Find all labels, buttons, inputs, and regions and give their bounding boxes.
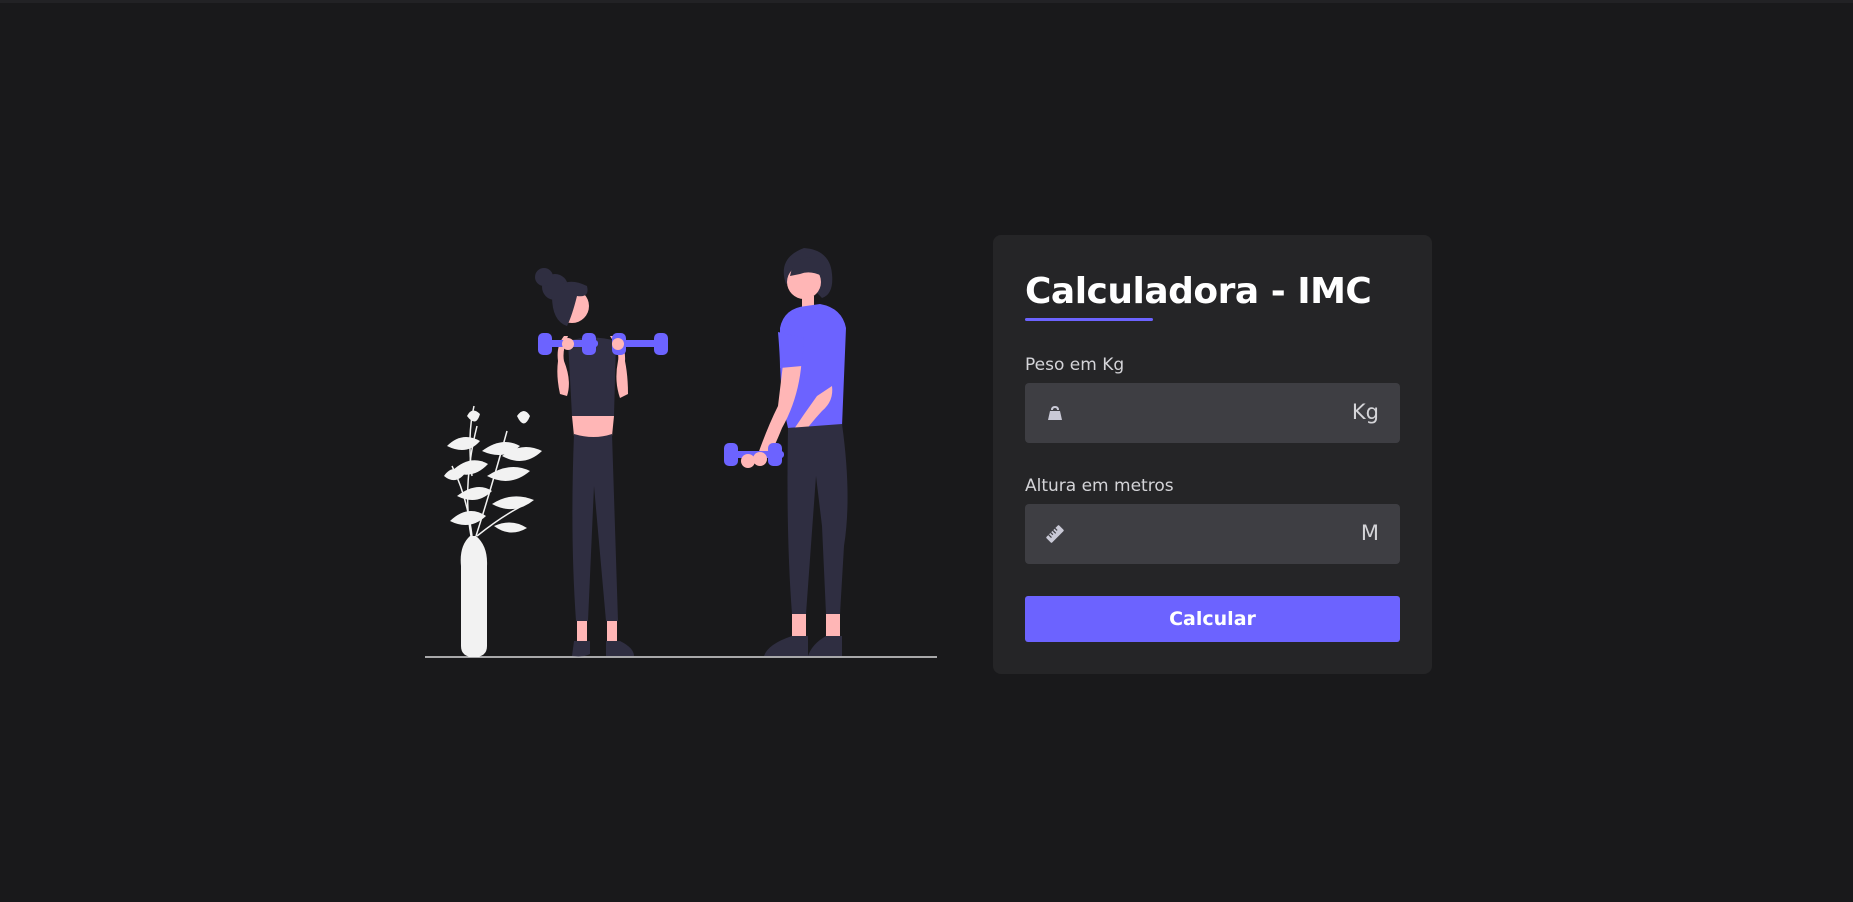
plant-vase bbox=[444, 405, 542, 657]
ruler-icon bbox=[1046, 525, 1064, 543]
height-input[interactable] bbox=[1077, 504, 1327, 564]
weight-label: Peso em Kg bbox=[1025, 355, 1125, 375]
height-unit: M bbox=[1360, 521, 1379, 545]
height-field[interactable]: M bbox=[1025, 504, 1400, 564]
weight-unit: Kg bbox=[1351, 400, 1379, 424]
man-figure bbox=[724, 248, 848, 656]
weight-icon bbox=[1048, 405, 1062, 420]
title-underline bbox=[1025, 318, 1153, 321]
top-edge bbox=[0, 0, 1853, 3]
page-title: Calculadora - IMC bbox=[1025, 271, 1372, 312]
weight-field[interactable]: Kg bbox=[1025, 383, 1400, 443]
weight-input[interactable] bbox=[1077, 383, 1327, 443]
height-label: Altura em metros bbox=[1025, 476, 1174, 496]
workout-illustration bbox=[425, 248, 937, 658]
calculate-button[interactable]: Calcular bbox=[1025, 596, 1400, 642]
woman-figure bbox=[535, 268, 668, 657]
calculator-card: Calculadora - IMC Peso em Kg Kg Altura e… bbox=[993, 235, 1432, 674]
